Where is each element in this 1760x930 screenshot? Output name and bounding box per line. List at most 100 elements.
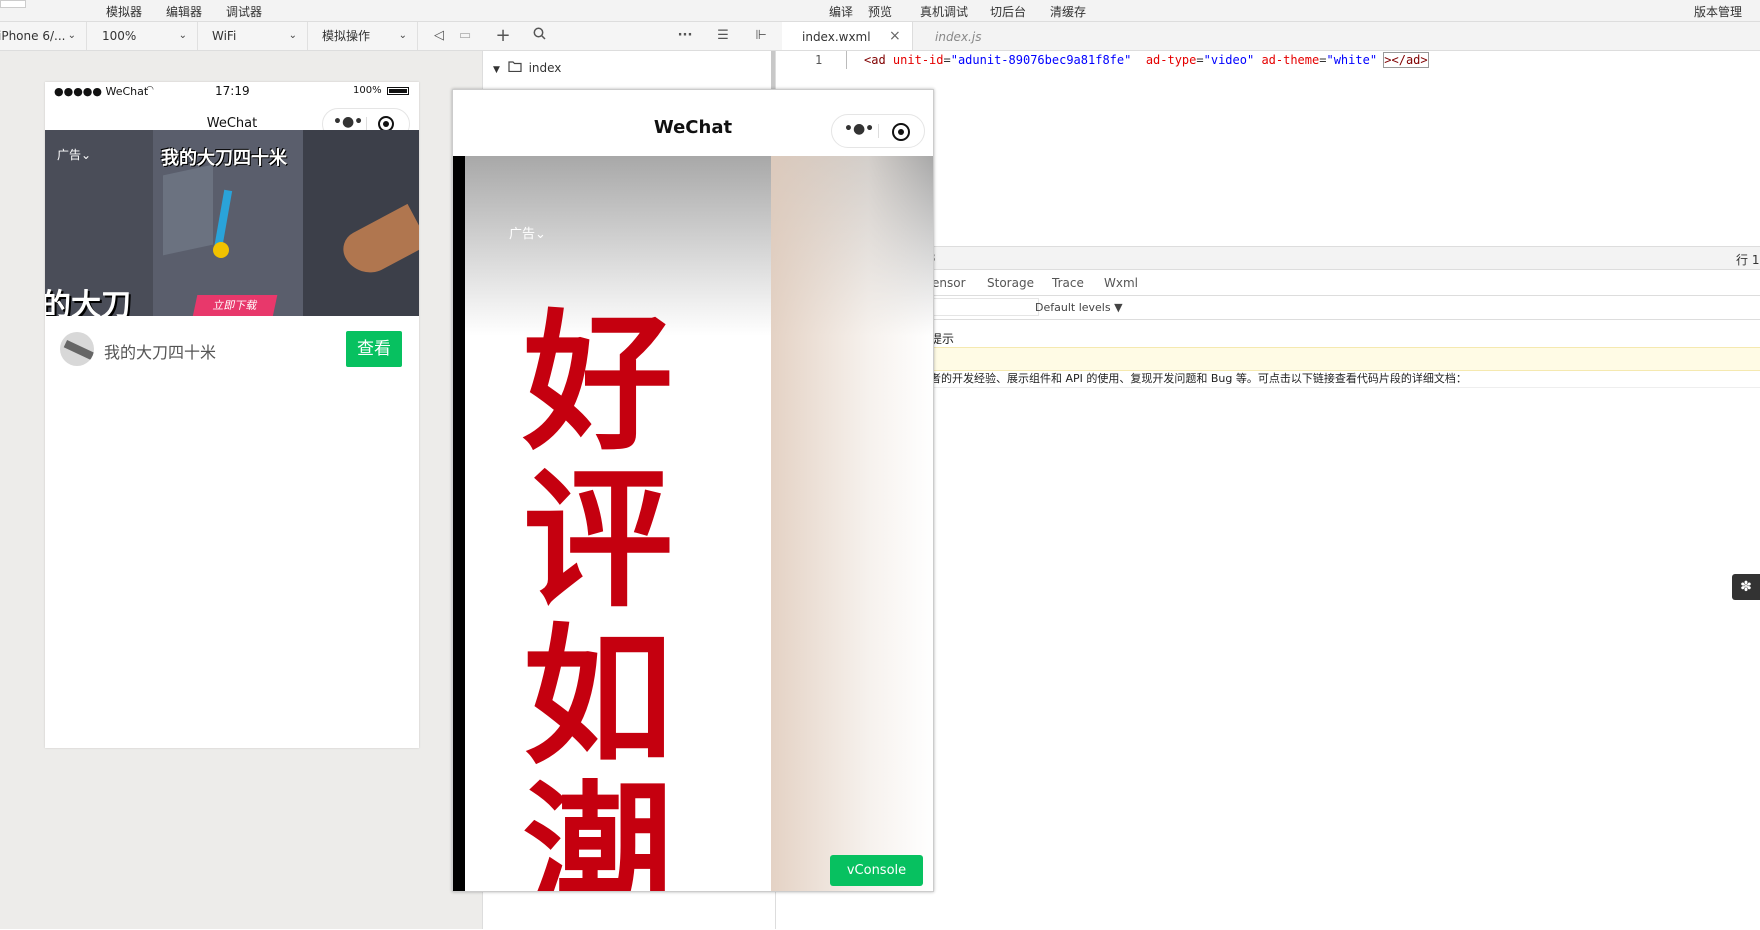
code-line: <ad unit-id="adunit-89076bec9a81f8fe" ad… — [864, 52, 1429, 68]
line-number: 1 — [815, 53, 823, 67]
chevron-down-icon: ⌄ — [67, 30, 76, 41]
paw-icon[interactable]: ✽ — [1732, 574, 1760, 600]
status-carrier: ●●●●● WeChat — [54, 85, 149, 98]
tab-label: index.js — [935, 30, 982, 44]
device-select[interactable]: iPhone 6/... ⌄ — [0, 22, 87, 50]
ad-character-shape — [213, 242, 229, 258]
big-char: 评 — [523, 454, 674, 628]
levels-select[interactable]: Default levels ▼ — [1035, 301, 1123, 314]
add-file-icon[interactable]: + — [494, 27, 512, 45]
code-value: "video" — [1203, 53, 1255, 67]
ad-sword-shape — [213, 189, 233, 251]
gutter-divider — [846, 51, 847, 69]
menu-editor[interactable]: 编辑器 — [166, 3, 202, 20]
menu-clear-cache[interactable]: 清缓存 — [1050, 3, 1086, 20]
wifi-icon: ◠ — [146, 85, 154, 95]
menu-debugger[interactable]: 调试器 — [226, 3, 262, 20]
ad-hand-shape — [336, 203, 419, 283]
menu-version-control[interactable]: 版本管理 — [1694, 3, 1742, 20]
status-time: 17:19 — [215, 84, 250, 98]
status-bar: ●●●●● WeChat ◠ 17:19 100% — [45, 82, 419, 102]
menu-background[interactable]: 切后台 — [990, 3, 1026, 20]
large-ad-badge[interactable]: 广告⌄ — [509, 223, 546, 242]
collapse-icon[interactable]: ☰ — [714, 27, 732, 45]
chevron-down-icon: ⌄ — [288, 30, 297, 41]
ad-banner-title: 我的大刀四十米 — [161, 148, 287, 169]
search-icon[interactable] — [530, 27, 548, 45]
ad-video-right — [303, 130, 419, 316]
folder-icon — [508, 61, 526, 75]
more-dots-icon[interactable]: •●• — [844, 121, 874, 137]
simulate-operation-select[interactable]: 模拟操作 ⌄ — [318, 22, 418, 50]
menu-remote-debug[interactable]: 真机调试 — [920, 3, 968, 20]
ad-video[interactable]: 广告⌄ 我的大刀四十米 的大刀 立即下载 — [45, 130, 419, 316]
ad-banner-overlay: 的大刀 — [45, 288, 131, 316]
device-select-value: iPhone 6/... — [0, 29, 66, 43]
cursor-position: 行 1 — [1736, 253, 1760, 267]
chevron-down-icon: ⌄ — [178, 30, 187, 41]
video-left-edge — [453, 156, 465, 891]
tab-trace[interactable]: Trace — [1052, 276, 1084, 290]
editor-tabs: index.wxml × index.js — [782, 22, 1760, 51]
tab-sensor[interactable]: ensor — [932, 276, 966, 290]
ad-building-shape — [163, 164, 213, 256]
large-nav-bar: WeChat •●• — [453, 90, 933, 156]
large-menu-capsule[interactable]: •●• — [831, 114, 925, 148]
menu-simulator[interactable]: 模拟器 — [106, 3, 142, 20]
code-value: "adunit-89076bec9a81f8fe" — [950, 53, 1132, 67]
folder-name: index — [528, 61, 562, 75]
caret-down-icon: ▼ — [493, 65, 500, 75]
app-name: 我的大刀四十米 — [104, 343, 217, 362]
app-logo — [0, 0, 26, 8]
battery-icon — [387, 87, 409, 95]
code-attr: unit-id — [892, 53, 944, 67]
ad-footer: 我的大刀四十米 查看 — [45, 316, 419, 382]
console-filter-input[interactable] — [932, 298, 1039, 316]
console-message: 者的开发经验、展示组件和 API 的使用、复现开发问题和 Bug 等。可点击以下… — [930, 372, 1467, 385]
simulator-phone: ●●●●● WeChat ◠ 17:19 100% WeChat •●• 广告⌄… — [45, 82, 419, 748]
ad-download-button[interactable]: 立即下载 — [192, 295, 278, 316]
tab-wxml[interactable]: Wxml — [1104, 276, 1138, 290]
menu-bar: 模拟器 编辑器 调试器 编译 预览 真机调试 切后台 清缓存 版本管理 — [0, 0, 1760, 22]
status-battery: 100% — [353, 85, 382, 96]
capsule-divider — [878, 124, 879, 138]
menu-compile[interactable]: 编译 — [829, 3, 853, 20]
tree-folder-index[interactable]: ▼ index — [493, 61, 561, 75]
avatar-sword-shape — [63, 340, 94, 360]
code-tag-close: ></ad> — [1383, 52, 1429, 68]
zoom-select[interactable]: 100% ⌄ — [98, 22, 198, 50]
big-char: 如 — [523, 611, 674, 785]
view-button[interactable]: 查看 — [346, 331, 402, 367]
big-char: 潮 — [523, 768, 674, 892]
scrollbar[interactable] — [771, 51, 775, 91]
close-icon[interactable]: × — [889, 28, 901, 44]
mute-icon[interactable]: ◁ — [430, 27, 448, 45]
split-icon[interactable]: ⊩ — [752, 27, 770, 45]
app-avatar — [60, 332, 94, 366]
large-ad-video[interactable]: 广告⌄ 好 评 如 潮 vConsole — [453, 156, 933, 891]
capsule-divider — [366, 117, 367, 131]
tab-label: index.wxml — [802, 30, 871, 44]
close-target-icon[interactable] — [892, 123, 910, 141]
tab-index-wxml[interactable]: index.wxml × — [782, 22, 913, 50]
more-dots-icon[interactable]: •●• — [333, 114, 363, 130]
network-select-value: WiFi — [212, 29, 237, 43]
vconsole-button[interactable]: vConsole — [830, 855, 923, 886]
large-ad-text: 好 评 如 潮 — [523, 297, 693, 892]
more-icon[interactable]: ··· — [676, 27, 694, 45]
zoom-select-value: 100% — [102, 29, 137, 43]
simulate-operation-value: 模拟操作 — [322, 29, 371, 43]
big-char: 好 — [523, 297, 674, 471]
tab-index-js[interactable]: index.js — [912, 22, 1022, 50]
network-select[interactable]: WiFi ⌄ — [208, 22, 308, 50]
chevron-down-icon: ⌄ — [398, 30, 407, 41]
large-simulator: WeChat •●• 广告⌄ 好 评 如 潮 vConsole — [452, 89, 934, 892]
menu-preview[interactable]: 预览 — [868, 3, 892, 20]
code-value: "white" — [1326, 53, 1378, 67]
window-icon[interactable]: ▭ — [456, 27, 474, 45]
tab-storage[interactable]: Storage — [987, 276, 1034, 290]
ad-badge[interactable]: 广告⌄ — [57, 146, 91, 163]
code-attr: ad-type — [1145, 53, 1197, 67]
code-tag-open: <ad — [864, 53, 886, 67]
video-blur-region — [771, 156, 933, 891]
